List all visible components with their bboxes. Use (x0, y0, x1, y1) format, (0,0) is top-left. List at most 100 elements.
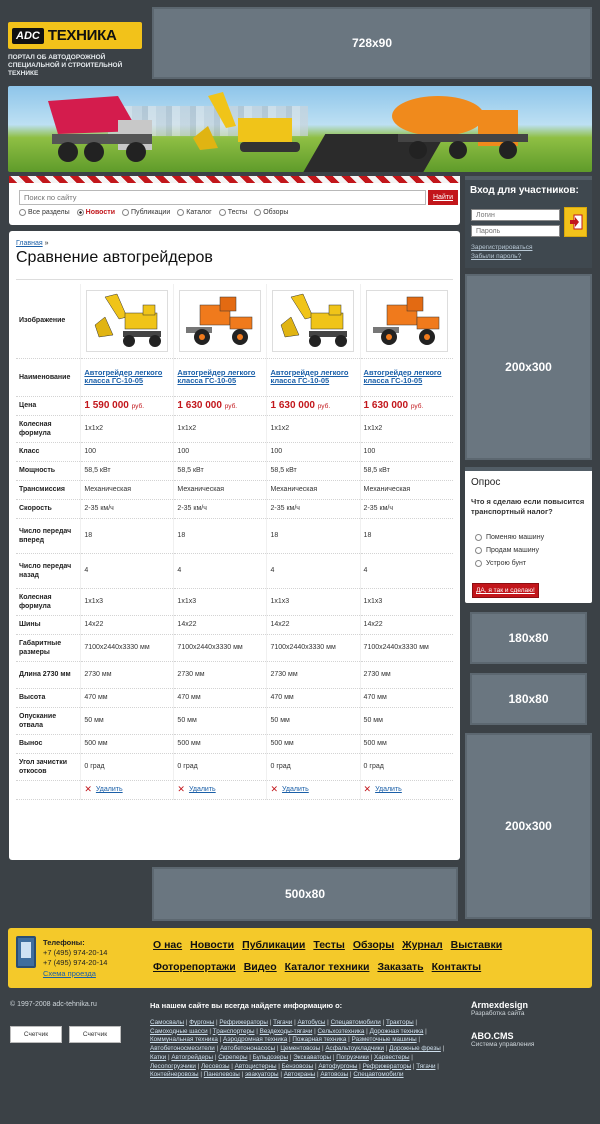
right-banner-200x300-bottom[interactable]: 200x300 (465, 733, 592, 919)
developer-credit[interactable]: Armexdesign Разработка сайта (471, 1000, 528, 1017)
info-link[interactable]: Тягачи (273, 1019, 292, 1026)
footer-nav-link[interactable]: Публикации (242, 939, 305, 951)
info-link[interactable]: Лесопогрузчики (150, 1063, 196, 1070)
product-thumbnail[interactable] (86, 289, 169, 352)
search-button[interactable]: Найти (428, 190, 458, 205)
register-link[interactable]: Зарегистрироваться (471, 244, 532, 251)
search-scope-option[interactable]: Публикации (122, 209, 170, 216)
radio-icon (76, 209, 84, 216)
search-scope-option[interactable]: Тесты (218, 209, 247, 216)
comparison-row: Колесная формула 1х1х2 1х1х2 1х1х2 1х1х2 (16, 415, 453, 443)
info-link[interactable]: Тягачи (416, 1063, 435, 1070)
info-link[interactable]: Контейнеровозы (150, 1071, 199, 1078)
info-link[interactable]: Спецавтомобили (353, 1071, 403, 1078)
poll-option[interactable]: Устрою бунт (475, 560, 526, 567)
info-link[interactable]: Асфальтоукладчики (325, 1045, 384, 1052)
info-link[interactable]: Автофургоны (318, 1063, 357, 1070)
product-name-link[interactable]: Автогрейдер легкого класса ГС-10-05 (270, 368, 348, 386)
info-link[interactable]: Бульдозеры (253, 1054, 288, 1061)
product-name-link[interactable]: Автогрейдер легкого класса ГС-10-05 (177, 368, 255, 386)
info-link[interactable]: Самоходные шасси (150, 1028, 208, 1035)
info-link[interactable]: Автобетоносмесители (150, 1045, 215, 1052)
info-link[interactable]: Спецавтомобили (331, 1019, 381, 1026)
footer-nav-link[interactable]: Тесты (313, 939, 345, 951)
poll-vote-button[interactable]: ДА, я так и сделаю! (472, 583, 539, 598)
info-link[interactable]: эвакуаторы (245, 1071, 279, 1078)
info-link[interactable]: Автокраны (284, 1071, 315, 1078)
info-link[interactable]: Рефрижераторы (219, 1019, 268, 1026)
cms-credit[interactable]: ABO.CMS Система управления (471, 1031, 534, 1048)
info-link[interactable]: Дорожная техника (370, 1028, 424, 1035)
counter-badge[interactable]: Счетчик (69, 1026, 121, 1043)
product-name-link[interactable]: Автогрейдер легкого класса ГС-10-05 (364, 368, 442, 386)
info-link[interactable]: Аэродромная техника (223, 1036, 287, 1043)
breadcrumb-home[interactable]: Главная (16, 240, 43, 247)
forgot-password-link[interactable]: Забыли пароль? (471, 253, 521, 260)
search-scope-option[interactable]: Новости (76, 209, 115, 216)
info-link[interactable]: Коммунальная техника (150, 1036, 218, 1043)
product-image-cell (359, 284, 453, 359)
product-name-link[interactable]: Автогрейдер легкого класса ГС-10-05 (84, 368, 162, 386)
product-thumbnail[interactable] (179, 289, 262, 352)
right-banner-200x300-top[interactable]: 200x300 (465, 274, 592, 460)
delete-button[interactable]: ✕ Удалить (177, 784, 263, 795)
info-link[interactable]: Вездеходы-тягачи (260, 1028, 313, 1035)
info-link[interactable]: Автовозы (320, 1071, 348, 1078)
footer-nav-link[interactable]: Каталог техники (285, 961, 370, 973)
password-input[interactable] (471, 225, 560, 237)
footer-nav-link[interactable]: Новости (190, 939, 234, 951)
top-banner-placeholder[interactable]: 728x90 (152, 7, 592, 79)
search-scope-option[interactable]: Обзоры (254, 209, 288, 216)
info-link[interactable]: Фургоны (189, 1019, 214, 1026)
info-link[interactable]: Транспортеры (213, 1028, 255, 1035)
info-link[interactable]: Катки (150, 1054, 166, 1061)
info-link[interactable]: Автобусы (297, 1019, 325, 1026)
footer-nav-link[interactable]: Фоторепортажи (153, 961, 236, 973)
info-link[interactable]: Дорожные фрезы (389, 1045, 441, 1052)
product-thumbnail[interactable] (272, 289, 355, 352)
info-link[interactable]: Автобетононасосы (220, 1045, 275, 1052)
footer-nav-link[interactable]: Журнал (402, 939, 442, 951)
bottom-banner-placeholder[interactable]: 500x80 (152, 867, 458, 921)
delete-button[interactable]: ✕ Удалить (364, 784, 450, 795)
product-thumbnail[interactable] (365, 289, 448, 352)
search-scope-option[interactable]: Каталог (177, 209, 212, 216)
info-link[interactable]: Автоцистерны (235, 1063, 277, 1070)
info-link[interactable]: Лесовозы (201, 1063, 229, 1070)
info-link[interactable]: Цементовозы (280, 1045, 320, 1052)
footer-nav-link[interactable]: Обзоры (353, 939, 394, 951)
site-logo[interactable]: ADC ТЕХНИКА (8, 22, 142, 49)
info-link[interactable]: Рефрижераторы (363, 1063, 412, 1070)
search-input[interactable] (19, 190, 426, 205)
comparison-row: Длина 2730 мм 2730 мм 2730 мм 2730 мм 2730 м… (16, 661, 453, 689)
poll-option[interactable]: Поменяю машину (475, 534, 544, 541)
info-link[interactable]: Скреперы (218, 1054, 247, 1061)
footer-nav-link[interactable]: Заказать (377, 961, 423, 973)
info-link[interactable]: Пожарная техника (292, 1036, 346, 1043)
search-scope-option[interactable]: Все разделы (19, 209, 70, 216)
counter-badge[interactable]: Счетчик (10, 1026, 62, 1043)
info-link[interactable]: Погрузчики (336, 1054, 369, 1061)
login-input[interactable] (471, 209, 560, 221)
footer-nav-link[interactable]: О нас (153, 939, 182, 951)
footer-nav-link[interactable]: Выставки (451, 939, 503, 951)
info-link[interactable]: Самосвалы (150, 1019, 184, 1026)
info-link[interactable]: Харвестеры (374, 1054, 409, 1061)
info-link[interactable]: Панелевозы (204, 1071, 240, 1078)
poll-option[interactable]: Продам машину (475, 547, 539, 554)
footer-nav-link[interactable]: Видео (244, 961, 277, 973)
directions-link[interactable]: Схема проезда (43, 969, 96, 978)
info-link[interactable]: Бензовозы (282, 1063, 314, 1070)
delete-button[interactable]: ✕ Удалить (84, 784, 170, 795)
right-banner-180x80-second[interactable]: 180x80 (470, 673, 587, 725)
login-submit-button[interactable] (564, 207, 587, 237)
info-link[interactable]: Сельхозтехника (318, 1028, 365, 1035)
info-link[interactable]: Автогрейдеры (171, 1054, 213, 1061)
row-label: Число передач вперед (16, 518, 81, 554)
info-link[interactable]: Разметочные машины (352, 1036, 417, 1043)
info-link[interactable]: Экскаваторы (293, 1054, 331, 1061)
footer-nav-link[interactable]: Контакты (432, 961, 482, 973)
delete-button[interactable]: ✕ Удалить (270, 784, 356, 795)
right-banner-180x80-first[interactable]: 180x80 (470, 612, 587, 664)
info-link[interactable]: Тракторы (386, 1019, 414, 1026)
